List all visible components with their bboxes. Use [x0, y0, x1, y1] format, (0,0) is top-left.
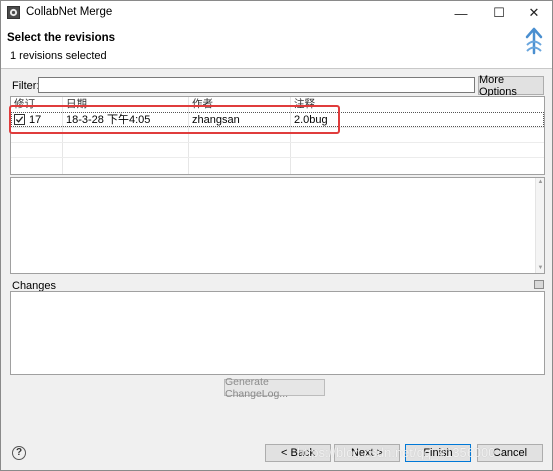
changes-list[interactable] — [10, 291, 545, 375]
merge-dialog: CollabNet Merge — ☐ ✕ Select the revisio… — [0, 0, 553, 471]
scroll-up-icon[interactable]: ▲ — [536, 178, 545, 187]
annotation-highlight — [9, 105, 340, 134]
minimize-icon: — — [454, 5, 468, 21]
window-title: CollabNet Merge — [26, 6, 113, 18]
page-title: Select the revisions — [7, 32, 116, 44]
generate-changelog-button[interactable]: Generate ChangeLog... — [224, 376, 325, 400]
close-button[interactable]: ✕ — [516, 1, 552, 25]
revision-details-area[interactable]: ▲ ▼ — [10, 177, 545, 274]
changes-view-icon[interactable] — [534, 280, 544, 289]
row-divider — [11, 142, 544, 143]
minimize-button[interactable]: — — [443, 1, 479, 25]
filter-label: Filter: — [12, 80, 40, 92]
close-icon: ✕ — [528, 5, 540, 20]
filter-input[interactable] — [38, 77, 475, 93]
details-scrollbar[interactable]: ▲ ▼ — [535, 178, 544, 273]
wizard-header: Select the revisions 1 revisions selecte… — [1, 25, 552, 69]
app-icon — [7, 6, 20, 19]
watermark: https://blog.csdn.net/qq_41356000 — [297, 446, 496, 460]
title-bar: CollabNet Merge — ☐ ✕ — [1, 1, 552, 25]
page-subtitle: 1 revisions selected — [10, 50, 107, 62]
row-divider — [11, 157, 544, 158]
scroll-down-icon[interactable]: ▼ — [536, 264, 545, 273]
more-options-button[interactable]: More Options — [478, 74, 544, 98]
maximize-button[interactable]: ☐ — [481, 1, 517, 25]
wizard-merge-icon — [525, 27, 543, 55]
maximize-icon: ☐ — [493, 5, 505, 20]
help-icon[interactable]: ? — [12, 446, 26, 460]
